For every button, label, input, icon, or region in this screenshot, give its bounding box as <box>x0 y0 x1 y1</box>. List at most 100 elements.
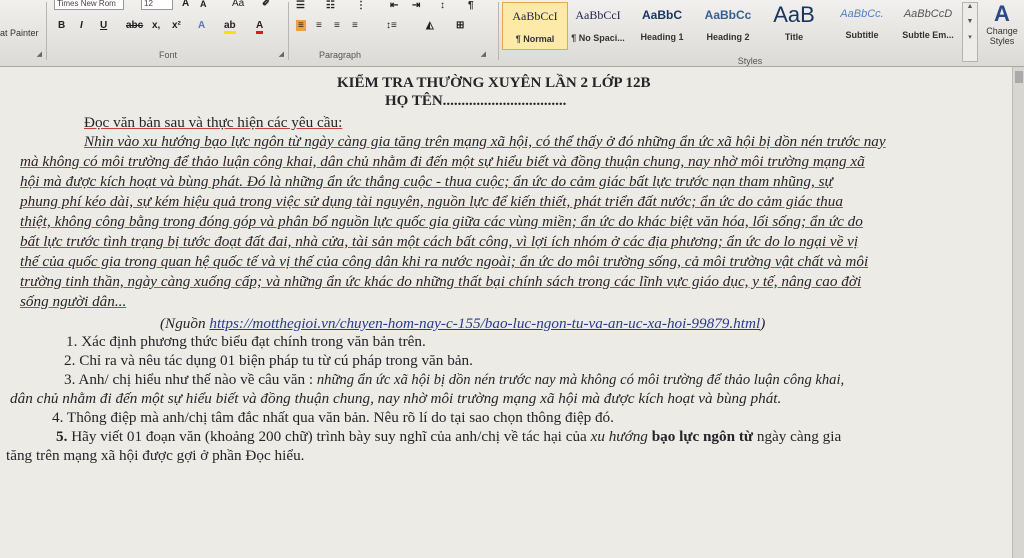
align-right-icon[interactable]: ≡ <box>334 20 340 31</box>
source-suffix: ) <box>760 315 766 332</box>
passage-line: trường tinh thần, ngày càng xuống cấp; v… <box>20 273 862 290</box>
italic-icon[interactable]: I <box>80 20 83 31</box>
sort-icon[interactable]: ↕ <box>440 0 445 11</box>
question-5-continued: tăng trên mạng xã hội được gợi ở phần Đọ… <box>6 447 305 464</box>
question-5-italic: xu hướng <box>590 428 648 445</box>
change-styles-icon: A <box>994 1 1010 26</box>
change-styles-label-2: Styles <box>989 36 1015 46</box>
divider <box>498 2 499 60</box>
subscript-icon[interactable]: x, <box>152 20 160 31</box>
highlight-icon[interactable]: ab <box>224 20 236 34</box>
style-title[interactable]: AaB Title <box>762 2 826 48</box>
style-heading-1[interactable]: AaBbC Heading 1 <box>630 2 694 48</box>
style-name: Subtle Em... <box>902 30 954 40</box>
instruction-text: Đọc văn bản sau và thực hiện các yêu cầu… <box>84 114 343 131</box>
more-icon[interactable]: ▾ <box>963 33 977 41</box>
style-sample: AaBbCcI <box>512 9 558 23</box>
style-name: Heading 1 <box>640 32 684 42</box>
clipboard-launcher-icon[interactable]: ◢ <box>37 50 42 58</box>
document-title: KIỂM TRA THƯỜNG XUYÊN LẦN 2 LỚP 12B <box>337 75 651 91</box>
font-group: Times New Rom 12 A A Aa ✐ B I U abc x, x… <box>48 0 288 62</box>
document-page[interactable]: KIỂM TRA THƯỜNG XUYÊN LẦN 2 LỚP 12B HỌ T… <box>0 67 1012 558</box>
bullets-icon[interactable]: ☰ <box>296 0 305 11</box>
question-3: 3. Anh/ chị hiểu như thế nào về câu văn … <box>64 371 844 389</box>
style-sample: AaBbCcD <box>903 8 953 20</box>
align-center-icon[interactable]: ≡ <box>316 20 322 31</box>
format-painter-button[interactable]: at Painter <box>0 28 39 38</box>
passage-line: phung phí kéo dài, sự kém hiệu quả trong… <box>20 193 843 210</box>
chevron-up-icon[interactable]: ▲ <box>963 3 977 10</box>
passage-line: hội mà được kích hoạt và bùng phát. Đó l… <box>20 173 833 190</box>
styles-gallery-scroll[interactable]: ▲ ▼ ▾ <box>962 2 978 62</box>
align-left-icon[interactable]: ≡ <box>296 20 306 31</box>
numbering-icon[interactable]: ☷ <box>326 0 335 11</box>
style-name: ¶ No Spaci... <box>571 33 625 43</box>
source-link[interactable]: https://motthegioi.vn/chuyen-hom-nay-c-1… <box>209 315 760 332</box>
name-line: HỌ TÊN................................. <box>385 93 567 109</box>
question-5-bold: bạo lực ngôn từ <box>647 428 754 445</box>
increase-indent-icon[interactable]: ⇥ <box>412 0 420 11</box>
source-citation: (Nguồn https://motthegioi.vn/chuyen-hom-… <box>160 315 765 333</box>
question-3-quote: những ẩn ức xã hội bị dồn nén trước nay … <box>316 372 845 388</box>
paragraph-group-label: Paragraph <box>318 50 362 60</box>
change-styles-label: Change <box>986 26 1018 36</box>
style-heading-2[interactable]: AaBbCc Heading 2 <box>696 2 760 48</box>
style-name: Subtitle <box>845 30 879 40</box>
justify-icon[interactable]: ≡ <box>352 20 358 31</box>
shrink-font-icon[interactable]: A <box>200 0 207 9</box>
change-case-button[interactable]: Aa <box>232 0 244 9</box>
font-name-field[interactable]: Times New Rom <box>54 0 124 10</box>
source-prefix: (Nguồn <box>160 315 210 332</box>
paragraph-launcher-icon[interactable]: ◢ <box>481 50 486 58</box>
grow-font-icon[interactable]: A <box>182 0 189 9</box>
passage-line: Nhìn vào xu hướng bạo lực ngôn từ ngày c… <box>84 133 886 150</box>
vertical-scrollbar[interactable] <box>1012 67 1024 558</box>
line-spacing-icon[interactable]: ↕≡ <box>386 20 397 31</box>
question-5-text-end: ngày càng gia <box>753 428 842 445</box>
question-4: 4. Thông điệp mà anh/chị tâm đắc nhất qu… <box>52 409 614 426</box>
divider <box>46 2 47 60</box>
scrollbar-thumb[interactable] <box>1015 71 1023 83</box>
clear-format-icon[interactable]: ✐ <box>262 0 270 9</box>
text-effects-icon[interactable]: A <box>198 20 205 31</box>
superscript-icon[interactable]: x² <box>172 20 181 31</box>
style-sample: AaBbCcI <box>575 8 621 22</box>
style-subtitle[interactable]: AaBbCc. Subtitle <box>830 2 894 48</box>
style-sample: AaBbCc. <box>840 8 884 20</box>
underline-icon[interactable]: U <box>100 20 107 31</box>
paragraph-group: ☰ ☷ ⋮ ⇤ ⇥ ↕ ¶ ≡ ≡ ≡ ≡ ↕≡ ◭ ⊞ Paragraph ◢ <box>290 0 490 62</box>
style-subtle-emphasis[interactable]: AaBbCcD Subtle Em... <box>896 2 960 48</box>
font-size-field[interactable]: 12 <box>141 0 173 10</box>
question-2: 2. Chỉ ra và nêu tác dụng 01 biện pháp t… <box>64 352 473 369</box>
style-normal[interactable]: AaBbCcI ¶ Normal <box>502 2 568 50</box>
style-sample: AaBbC <box>641 8 682 22</box>
style-name: Heading 2 <box>706 32 750 42</box>
font-group-label: Font <box>158 50 177 60</box>
question-5-number: 5. <box>56 428 68 445</box>
style-name: ¶ Normal <box>515 34 555 44</box>
style-name: Title <box>784 32 804 42</box>
font-color-icon[interactable]: A <box>256 20 264 34</box>
clipboard-group: at Painter ◢ <box>0 0 46 62</box>
show-formatting-icon[interactable]: ¶ <box>468 0 474 11</box>
bold-icon[interactable]: B <box>58 20 65 31</box>
strikethrough-icon[interactable]: abc <box>126 20 143 31</box>
borders-icon[interactable]: ⊞ <box>456 20 464 31</box>
question-3-prefix: 3. Anh/ chị hiểu như thế nào về câu văn … <box>64 371 314 388</box>
passage-line: thiệt, không công bằng trong đóng góp và… <box>20 213 863 230</box>
passage-line: bất lực trước tình trạng bị tước đoạt đấ… <box>20 233 859 250</box>
passage-line: sống người dân... <box>20 293 127 310</box>
style-sample: AaBbCc <box>704 8 752 22</box>
style-sample: AaB <box>773 2 815 27</box>
change-styles-button[interactable]: A Change Styles <box>980 2 1024 62</box>
question-5: 5. Hãy viết 01 đoạn văn (khoảng 200 chữ)… <box>56 428 841 446</box>
passage-line: mà không có môi trường để thảo luận công… <box>20 153 865 170</box>
passage-line: thế của quốc gia trong quan hệ quốc tế v… <box>20 253 869 270</box>
question-1: 1. Xác định phương thức biểu đạt chính t… <box>66 333 426 350</box>
question-3-quote-continued: dân chủ nhằm đi đến một sự hiểu biết và … <box>10 390 782 407</box>
decrease-indent-icon[interactable]: ⇤ <box>390 0 398 11</box>
shading-icon[interactable]: ◭ <box>426 20 434 31</box>
style-no-spacing[interactable]: AaBbCcI ¶ No Spaci... <box>566 2 630 48</box>
multilevel-list-icon[interactable]: ⋮ <box>356 0 366 11</box>
chevron-down-icon[interactable]: ▼ <box>963 18 977 25</box>
